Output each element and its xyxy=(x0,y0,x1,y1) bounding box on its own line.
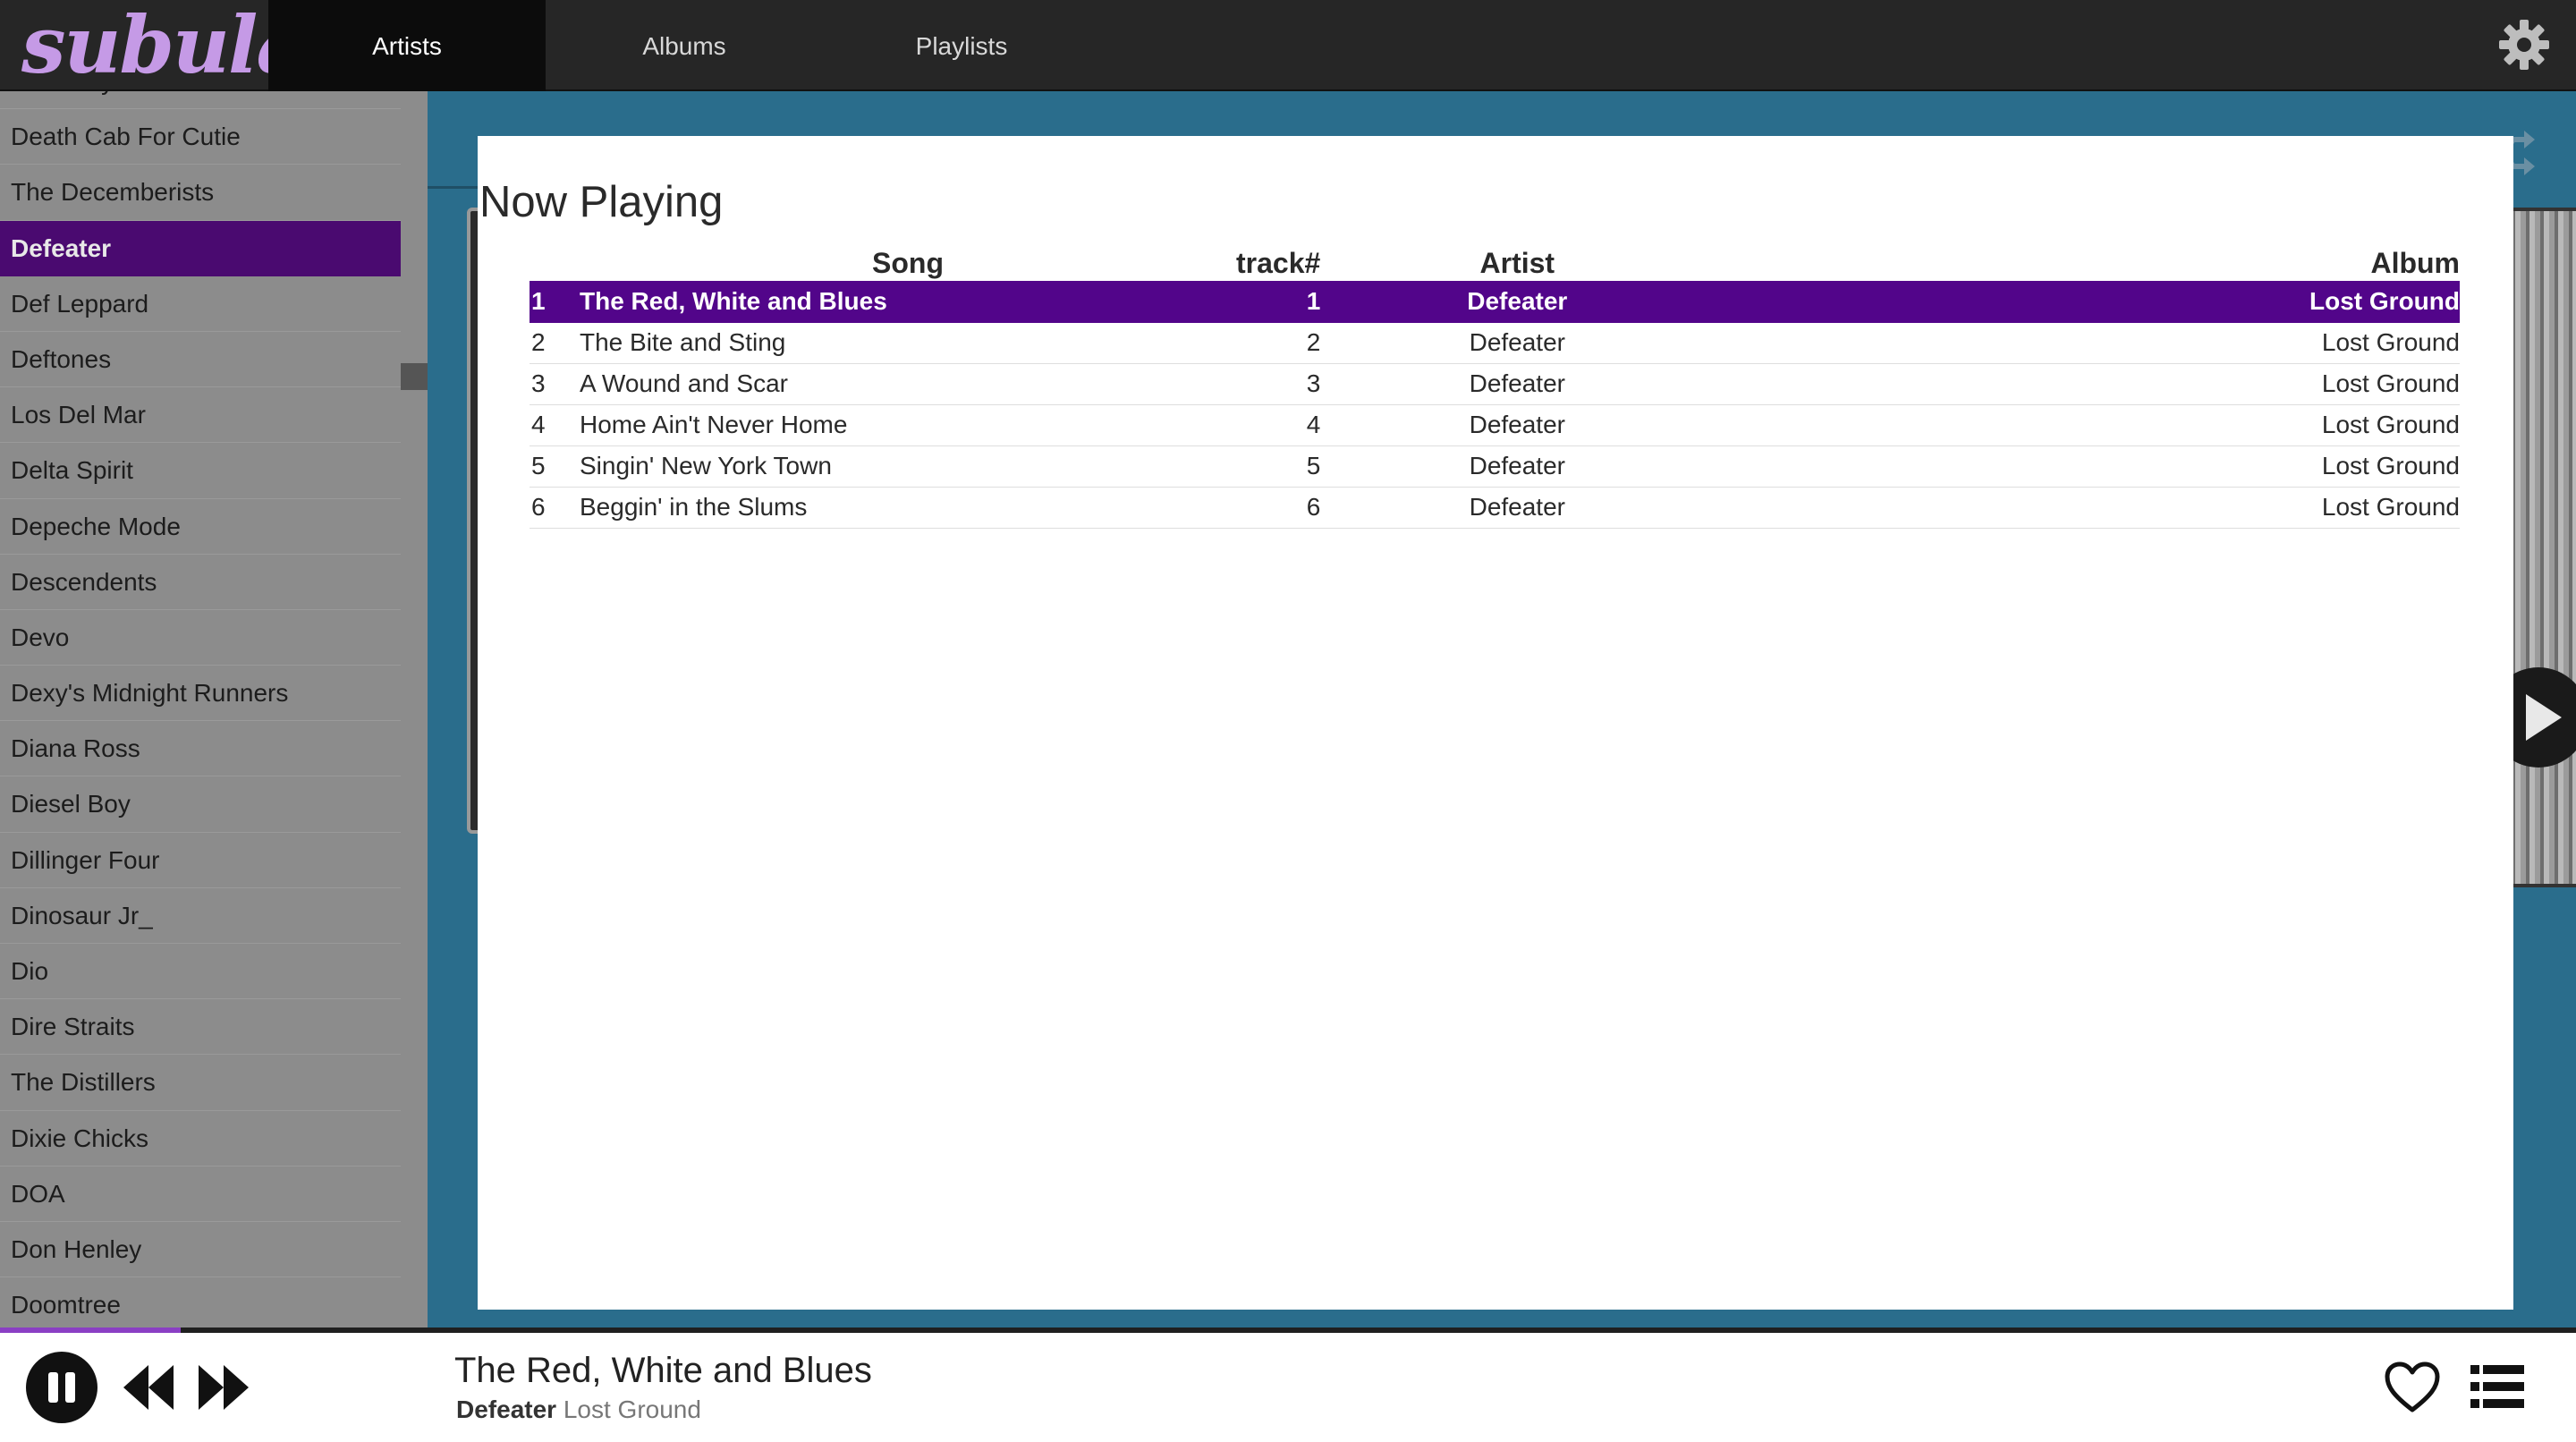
track-number-cell: 4 xyxy=(1236,404,1321,446)
sidebar-item-artist[interactable]: Death By Stereo xyxy=(0,91,401,110)
sidebar-item-artist[interactable]: Los Del Mar xyxy=(0,387,401,444)
now-playing-table: Song track# Artist Album 1 The Red, White… xyxy=(530,245,2460,529)
song-cell: Home Ain't Never Home xyxy=(580,404,1236,446)
queue-list-icon[interactable] xyxy=(2470,1363,2524,1410)
album-cell: Lost Ground xyxy=(1714,363,2460,405)
sidebar-item-artist[interactable]: Diana Ross xyxy=(0,721,401,777)
song-cell: Singin' New York Town xyxy=(580,445,1236,488)
artist-sidebar[interactable]: Death By StereoDeath Cab For CutieThe De… xyxy=(0,91,428,1327)
subular-logo[interactable]: subular xyxy=(21,2,347,89)
sidebar-item-artist[interactable]: The Decemberists xyxy=(0,165,401,221)
now-playing-subtitle: Defeater Lost Ground xyxy=(456,1395,701,1424)
album-cell: Lost Ground xyxy=(1714,281,2460,323)
album-cell: Lost Ground xyxy=(1714,487,2460,529)
modal-title: Now Playing xyxy=(479,178,724,226)
sidebar-item-artist[interactable]: Dire Straits xyxy=(0,999,401,1056)
sidebar-item-artist[interactable]: The Distillers xyxy=(0,1055,401,1111)
track-number-cell: 5 xyxy=(1236,445,1321,488)
sidebar-item-artist[interactable]: Defeater xyxy=(0,220,401,276)
track-index: 3 xyxy=(530,363,580,405)
artist-cell: Defeater xyxy=(1320,363,1715,405)
table-row[interactable]: 4 Home Ain't Never Home 4 Defeater Lost Grou… xyxy=(530,404,2460,446)
track-number-cell: 6 xyxy=(1236,487,1321,529)
sidebar-item-artist[interactable]: Dinosaur Jr_ xyxy=(0,888,401,944)
now-playing-title: The Red, White and Blues xyxy=(454,1351,872,1390)
track-index: 5 xyxy=(530,445,580,488)
table-row[interactable]: 2 The Bite and Sting 2 Defeater Lost Ground xyxy=(530,322,2460,364)
heart-icon[interactable] xyxy=(2385,1361,2440,1413)
song-cell: The Bite and Sting xyxy=(580,322,1236,364)
artist-cell: Defeater xyxy=(1320,445,1715,488)
column-header-track[interactable]: track# xyxy=(1236,245,1320,281)
table-header-row: Song track# Artist Album xyxy=(530,245,2460,281)
album-cell: Lost Ground xyxy=(1714,322,2460,364)
sidebar-item-artist[interactable]: Death Cab For Cutie xyxy=(0,109,401,165)
now-playing-album[interactable]: Lost Ground xyxy=(564,1395,701,1423)
album-cell: Lost Ground xyxy=(1714,445,2460,488)
artist-cell: Defeater xyxy=(1320,322,1715,364)
sidebar-item-artist[interactable]: Dixie Chicks xyxy=(0,1111,401,1166)
next-track-icon[interactable] xyxy=(197,1363,250,1412)
previous-track-icon[interactable] xyxy=(122,1363,175,1412)
player-bar: The Red, White and Blues Defeater Lost G… xyxy=(0,1333,2576,1442)
artist-cell: Defeater xyxy=(1320,404,1715,446)
track-number-cell: 3 xyxy=(1236,363,1321,405)
now-playing-modal: Now Playing Song track# Artist Album 1 Th… xyxy=(478,136,2513,1310)
gear-icon[interactable] xyxy=(2497,18,2551,72)
table-body: 1 The Red, White and Blues 1 Defeater Lost G… xyxy=(530,281,2460,529)
sidebar-item-artist[interactable]: Delta Spirit xyxy=(0,443,401,499)
sidebar-item-artist[interactable]: Dio xyxy=(0,944,401,1000)
table-row[interactable]: 3A Wound and Scar 3 Defeater Lost Ground xyxy=(530,363,2460,405)
song-cell: The Red, White and Blues xyxy=(580,281,1236,323)
sidebar-item-artist[interactable]: Dexy's Midnight Runners xyxy=(0,666,401,722)
sidebar-item-artist[interactable]: Diesel Boy xyxy=(0,776,401,833)
top-navigation-bar: subular Artists Albums Playlists xyxy=(0,0,2576,91)
pause-icon[interactable] xyxy=(25,1351,98,1424)
sidebar-item-artist[interactable]: Deftones xyxy=(0,332,401,388)
column-header-artist[interactable]: Artist xyxy=(1320,245,1714,281)
track-index: 1 xyxy=(530,281,580,323)
song-cell: A Wound and Scar xyxy=(580,363,1236,405)
song-cell: Beggin' in the Slums xyxy=(580,487,1236,529)
sidebar-item-artist[interactable]: Dillinger Four xyxy=(0,833,401,888)
sidebar-item-artist[interactable]: Don Henley xyxy=(0,1222,401,1278)
track-number-cell: 1 xyxy=(1236,281,1321,323)
artist-cell: Defeater xyxy=(1320,281,1715,323)
column-header-index xyxy=(530,245,580,281)
column-header-song[interactable]: Song xyxy=(580,245,1236,281)
track-index: 6 xyxy=(530,487,580,529)
track-number-cell: 2 xyxy=(1236,322,1321,364)
sidebar-item-artist[interactable]: DOA xyxy=(0,1166,401,1222)
sidebar-scrollbar[interactable] xyxy=(401,363,428,390)
sidebar-item-artist[interactable]: Doomtree xyxy=(0,1277,401,1327)
sidebar-item-artist[interactable]: Devo xyxy=(0,610,401,666)
track-index: 4 xyxy=(530,404,580,446)
artist-cell: Defeater xyxy=(1320,487,1715,529)
divider xyxy=(428,186,481,189)
sidebar-item-artist[interactable]: Def Leppard xyxy=(0,276,401,332)
album-art-background xyxy=(2503,208,2576,887)
sidebar-item-artist[interactable]: Descendents xyxy=(0,555,401,610)
tab-artists[interactable]: Artists xyxy=(268,0,546,91)
column-header-album[interactable]: Album xyxy=(1714,245,2460,281)
album-cell: Lost Ground xyxy=(1714,404,2460,446)
sidebar-item-artist[interactable]: Depeche Mode xyxy=(0,499,401,555)
table-row[interactable]: 6 Beggin' in the Slums 6 Defeater Lost Groun… xyxy=(530,487,2460,529)
now-playing-artist[interactable]: Defeater xyxy=(456,1395,556,1423)
tab-playlists[interactable]: Playlists xyxy=(823,0,1100,91)
track-index: 2 xyxy=(530,322,580,364)
main-content: Now Playing Song track# Artist Album 1 Th… xyxy=(428,91,2576,1327)
tab-albums[interactable]: Albums xyxy=(546,0,823,91)
table-row[interactable]: 5 Singin' New York Town 5 Defeater Lost Grou… xyxy=(530,445,2460,488)
artist-list: Death By StereoDeath Cab For CutieThe De… xyxy=(0,91,401,1327)
table-row[interactable]: 1 The Red, White and Blues 1 Defeater Lost G… xyxy=(530,281,2460,323)
